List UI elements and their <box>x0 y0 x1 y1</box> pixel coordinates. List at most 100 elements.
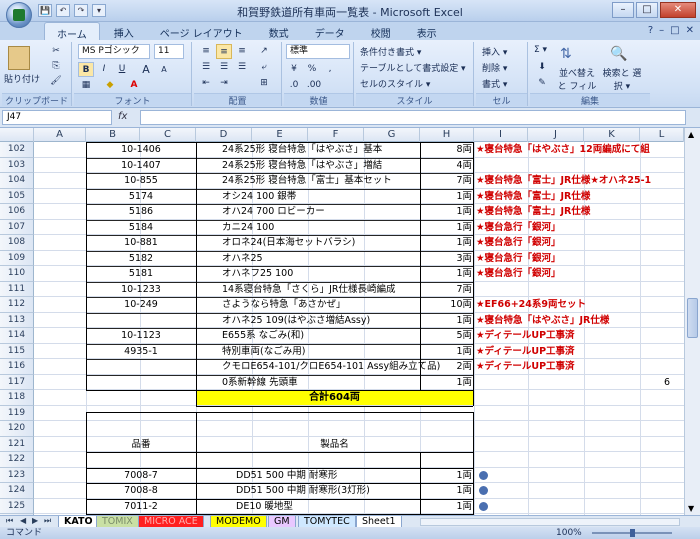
prev-sheet-icon[interactable]: ◀ <box>20 516 26 525</box>
row-header[interactable]: 113 <box>0 312 34 328</box>
name-box[interactable]: J47 <box>2 110 112 125</box>
workbook-close-icon[interactable]: ✕ <box>686 25 694 36</box>
row-header[interactable]: 124 <box>0 483 34 499</box>
row-header[interactable]: 107 <box>0 219 34 235</box>
grow-font-button[interactable]: A <box>138 62 154 77</box>
row-header[interactable]: 112 <box>0 297 34 313</box>
row-header[interactable]: 110 <box>0 266 34 282</box>
row-header[interactable]: 116 <box>0 359 34 375</box>
row-header[interactable]: 114 <box>0 328 34 344</box>
find-icon[interactable]: 🔍 <box>610 46 627 62</box>
align-center-icon[interactable]: ☰ <box>216 60 232 75</box>
next-sheet-icon[interactable]: ▶ <box>32 516 38 525</box>
font-size-select[interactable]: 11 <box>154 44 184 59</box>
borders-icon[interactable]: ▦ <box>78 78 94 93</box>
copy-icon[interactable]: ⎘ <box>48 59 64 74</box>
format-cells-button[interactable]: 書式 ▾ <box>482 77 507 90</box>
font-name-select[interactable]: MS Pゴシック <box>78 44 150 59</box>
align-top-icon[interactable]: ≡ <box>198 44 214 59</box>
row-header[interactable]: 120 <box>0 421 34 437</box>
tab-page-layout[interactable]: ページ レイアウト <box>148 22 255 40</box>
autosum-button[interactable]: Σ ▾ <box>534 45 547 55</box>
paste-icon[interactable] <box>8 46 30 70</box>
scroll-thumb[interactable] <box>687 298 698 338</box>
col-header[interactable]: G <box>364 128 420 142</box>
tab-data[interactable]: データ <box>303 22 357 40</box>
col-header[interactable]: J <box>528 128 584 142</box>
italic-button[interactable]: I <box>96 62 112 77</box>
scroll-down-icon[interactable]: ▼ <box>688 504 694 513</box>
maximize-button[interactable]: □ <box>636 2 658 18</box>
sort-filter-icon[interactable]: ⇅ <box>560 46 572 62</box>
tab-home[interactable]: ホーム <box>44 22 100 41</box>
help-icon[interactable]: ? <box>648 25 653 36</box>
row-header[interactable]: 119 <box>0 405 34 421</box>
shrink-font-button[interactable]: A <box>156 62 172 77</box>
office-button[interactable] <box>6 2 32 28</box>
currency-icon[interactable]: ¥ <box>286 62 302 77</box>
col-header[interactable]: A <box>34 128 86 142</box>
comma-button[interactable]: , <box>322 62 338 77</box>
percent-button[interactable]: % <box>304 62 320 77</box>
font-color-icon[interactable]: A <box>126 78 142 93</box>
col-header[interactable]: K <box>584 128 640 142</box>
row-header[interactable]: 103 <box>0 157 34 173</box>
row-header[interactable]: 104 <box>0 173 34 189</box>
decrease-indent-icon[interactable]: ⇤ <box>198 76 214 91</box>
tab-view[interactable]: 表示 <box>405 22 449 40</box>
wrap-text-icon[interactable]: ⤶ <box>256 60 272 75</box>
col-header[interactable]: E <box>252 128 308 142</box>
align-middle-icon[interactable]: ≡ <box>216 44 232 59</box>
tab-review[interactable]: 校閲 <box>359 22 403 40</box>
tab-formulas[interactable]: 数式 <box>257 22 301 40</box>
decrease-decimal-icon[interactable]: .00 <box>306 78 322 93</box>
worksheet-grid[interactable]: 102 10-1406 24系25形 寝台特急「はやぶさ」基本 8両 ★寝台特急「はやぶ… <box>0 142 684 515</box>
scroll-up-icon[interactable]: ▲ <box>688 130 694 139</box>
row-header[interactable]: 108 <box>0 235 34 251</box>
align-right-icon[interactable]: ☰ <box>234 60 250 75</box>
row-header[interactable]: 109 <box>0 250 34 266</box>
row-header[interactable]: 105 <box>0 188 34 204</box>
row-header[interactable]: 111 <box>0 281 34 297</box>
workbook-restore-icon[interactable]: □ <box>670 25 679 36</box>
col-header[interactable]: C <box>140 128 196 142</box>
paste-button[interactable]: 貼り付け <box>4 72 40 85</box>
close-button[interactable]: ✕ <box>660 2 696 18</box>
row-header[interactable]: 106 <box>0 204 34 220</box>
col-header[interactable]: F <box>308 128 364 142</box>
row-header[interactable]: 123 <box>0 467 34 483</box>
function-icon[interactable]: fx <box>118 111 127 122</box>
formula-input[interactable] <box>140 110 686 125</box>
row-header[interactable]: 115 <box>0 343 34 359</box>
col-header[interactable]: B <box>86 128 140 142</box>
col-header[interactable]: H <box>420 128 474 142</box>
format-painter-icon[interactable]: 🖌 <box>48 74 64 89</box>
row-header[interactable]: 117 <box>0 374 34 390</box>
horizontal-scrollbar[interactable] <box>420 518 680 526</box>
row-header[interactable]: 118 <box>0 390 34 406</box>
find-select-button[interactable]: 検索と 選択 ▾ <box>602 66 642 92</box>
format-as-table-button[interactable]: テーブルとして書式設定 ▾ <box>360 61 466 74</box>
vertical-scrollbar[interactable]: ▲ ▼ <box>684 128 700 515</box>
last-sheet-icon[interactable]: ⏭ <box>44 516 51 526</box>
col-header[interactable]: D <box>196 128 252 142</box>
tab-insert[interactable]: 挿入 <box>102 22 146 40</box>
row-header[interactable]: 102 <box>0 142 34 158</box>
workbook-minimize-icon[interactable]: – <box>659 25 664 36</box>
select-all-corner[interactable] <box>0 128 34 142</box>
bold-button[interactable]: B <box>78 62 94 77</box>
align-bottom-icon[interactable]: ≡ <box>234 44 250 59</box>
underline-button[interactable]: U <box>114 62 130 77</box>
increase-indent-icon[interactable]: ⇥ <box>216 76 232 91</box>
merge-center-icon[interactable]: ⊞ <box>256 76 272 91</box>
cut-icon[interactable]: ✂ <box>48 44 64 59</box>
fill-color-icon[interactable]: ◆ <box>102 78 118 93</box>
col-header[interactable]: I <box>474 128 528 142</box>
orientation-icon[interactable]: ↗ <box>256 44 272 59</box>
clear-icon[interactable]: ✎ <box>534 76 550 91</box>
align-left-icon[interactable]: ☰ <box>198 60 214 75</box>
delete-cells-button[interactable]: 削除 ▾ <box>482 61 507 74</box>
col-header[interactable]: L <box>640 128 684 142</box>
minimize-button[interactable]: – <box>612 2 634 18</box>
cell-styles-button[interactable]: セルのスタイル ▾ <box>360 77 430 90</box>
